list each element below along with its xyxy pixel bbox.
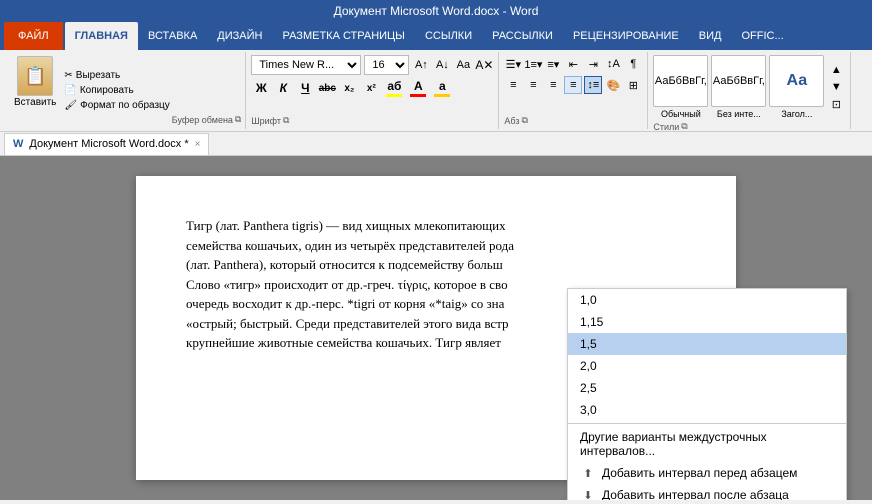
- multilevel-list-button[interactable]: ≡▾: [544, 55, 562, 73]
- text-highlight-button[interactable]: аб: [383, 79, 405, 97]
- clipboard-group-label: Буфер обмена: [172, 115, 233, 125]
- dropdown-divider: [568, 423, 846, 424]
- style-heading[interactable]: Аа Загол...: [769, 55, 824, 119]
- spacing-2.0-item[interactable]: 2,0: [568, 355, 846, 377]
- tab-design[interactable]: ДИЗАЙН: [207, 22, 272, 50]
- other-spacing-item[interactable]: Другие варианты междустрочных интервалов…: [568, 426, 846, 462]
- title-bar: Документ Microsoft Word.docx - Word: [0, 0, 872, 22]
- sort-button[interactable]: ↕A: [604, 55, 622, 73]
- paste-icon: 📋: [17, 56, 53, 96]
- align-right-button[interactable]: ≡: [544, 76, 562, 94]
- style-normal[interactable]: АаБбВвГг, Обычный: [653, 55, 708, 119]
- text-paragraph-2: семейства кошачьих, один из четырёх пред…: [186, 236, 686, 256]
- tab-layout[interactable]: РАЗМЕТКА СТРАНИЦЫ: [272, 22, 414, 50]
- text-paragraph-3: (лат. Panthera), который относится к под…: [186, 255, 686, 275]
- spacing-1.5-item[interactable]: 1,5: [568, 333, 846, 355]
- scissors-icon: ✂: [64, 70, 72, 81]
- increase-indent-button[interactable]: ⇥: [584, 55, 602, 73]
- tab-mailings[interactable]: РАССЫЛКИ: [482, 22, 563, 50]
- align-center-button[interactable]: ≡: [524, 76, 542, 94]
- doc-tab-title: Документ Microsoft Word.docx *: [29, 138, 188, 150]
- tab-home[interactable]: ГЛАВНАЯ: [65, 22, 138, 50]
- spacing-1.0-item[interactable]: 1,0: [568, 289, 846, 311]
- tab-references[interactable]: ССЫЛКИ: [415, 22, 482, 50]
- copy-button[interactable]: 📄 Копировать: [62, 84, 171, 97]
- cut-button[interactable]: ✂ Вырезать: [62, 69, 171, 82]
- paragraph-expand-icon[interactable]: ⧉: [521, 115, 527, 126]
- text-shading-button[interactable]: а: [431, 79, 453, 97]
- spacing-3.0-item[interactable]: 3,0: [568, 399, 846, 421]
- italic-button[interactable]: К: [273, 78, 293, 98]
- style-nospace[interactable]: АаБбВвГг, Без инте...: [711, 55, 766, 119]
- bullets-button[interactable]: ☰▾: [504, 55, 522, 73]
- style-normal-label: Обычный: [661, 109, 701, 119]
- decrease-font-button[interactable]: A↓: [433, 56, 451, 74]
- paragraph-group-label: Абз: [504, 116, 519, 126]
- show-formatting-button[interactable]: ¶: [624, 55, 642, 73]
- space-after-icon: ⬇: [580, 489, 596, 501]
- add-space-after-item[interactable]: ⬇ Добавить интервал после абзаца: [568, 484, 846, 500]
- paste-label: Вставить: [14, 97, 56, 108]
- format-painter-icon: 🖌: [64, 100, 77, 111]
- numbering-button[interactable]: 1≡▾: [524, 55, 542, 73]
- tab-office[interactable]: OFFIC...: [731, 22, 793, 50]
- style-normal-preview: АаБбВвГг,: [655, 75, 707, 87]
- close-tab-button[interactable]: ×: [195, 139, 201, 150]
- tab-file[interactable]: ФАЙЛ: [4, 22, 63, 50]
- text-paragraph-1: Тигр (лат. Panthera tigris) — вид хищных…: [186, 216, 686, 236]
- format-painter-button[interactable]: 🖌 Формат по образцу: [62, 99, 171, 112]
- spacing-1.15-item[interactable]: 1,15: [568, 311, 846, 333]
- increase-font-button[interactable]: A↑: [412, 56, 430, 74]
- decrease-indent-button[interactable]: ⇤: [564, 55, 582, 73]
- styles-scroll-up[interactable]: ▲: [827, 61, 845, 78]
- add-space-before-item[interactable]: ⬆ Добавить интервал перед абзацем: [568, 462, 846, 484]
- styles-expand[interactable]: ⊡: [827, 96, 845, 113]
- styles-scroll-down[interactable]: ▼: [827, 78, 845, 95]
- style-heading-label: Загол...: [781, 109, 812, 119]
- borders-button[interactable]: ⊞: [624, 76, 642, 94]
- ribbon-tabs: ФАЙЛ ГЛАВНАЯ ВСТАВКА ДИЗАЙН РАЗМЕТКА СТР…: [0, 22, 872, 50]
- spacing-2.5-item[interactable]: 2,5: [568, 377, 846, 399]
- font-group-label: Шрифт: [251, 116, 281, 126]
- ribbon-toolbar: 📋 Вставить ✂ Вырезать 📄 Копировать 🖌 Фор…: [0, 50, 872, 132]
- line-spacing-dropdown: 1,0 1,15 1,5 2,0 2,5 3,0 Другие варианты…: [567, 288, 847, 500]
- tab-view[interactable]: ВИД: [689, 22, 732, 50]
- document-area: Тигр (лат. Panthera tigris) — вид хищных…: [0, 156, 872, 500]
- clipboard-actions: ✂ Вырезать 📄 Копировать 🖌 Формат по обра…: [62, 54, 171, 127]
- style-nospace-label: Без инте...: [717, 109, 761, 119]
- change-case-button[interactable]: Аа: [454, 56, 472, 74]
- subscript-button[interactable]: x₂: [339, 78, 359, 98]
- font-color-button[interactable]: А: [407, 79, 429, 97]
- underline-button[interactable]: Ч: [295, 78, 315, 98]
- style-heading-preview: Аа: [787, 72, 808, 90]
- tab-insert[interactable]: ВСТАВКА: [138, 22, 207, 50]
- paste-button[interactable]: 📋 Вставить: [8, 54, 62, 127]
- align-left-button[interactable]: ≡: [504, 76, 522, 94]
- font-name-select[interactable]: Times New R...: [251, 55, 361, 75]
- style-nospace-preview: АаБбВвГг,: [713, 75, 765, 87]
- document-tab[interactable]: W Документ Microsoft Word.docx * ×: [4, 133, 209, 155]
- clipboard-expand-icon[interactable]: ⧉: [235, 114, 241, 125]
- font-size-select[interactable]: 16: [364, 55, 409, 75]
- shading-button[interactable]: 🎨: [604, 76, 622, 94]
- styles-expand-icon[interactable]: ⧉: [681, 121, 687, 132]
- styles-group-label: Стили: [653, 122, 679, 132]
- title-text: Документ Microsoft Word.docx - Word: [334, 4, 539, 18]
- clear-format-button[interactable]: A✕: [475, 56, 493, 74]
- tab-bar: W Документ Microsoft Word.docx * ×: [0, 132, 872, 156]
- bold-button[interactable]: Ж: [251, 78, 271, 98]
- font-expand-icon[interactable]: ⧉: [283, 115, 289, 126]
- superscript-button[interactable]: x²: [361, 78, 381, 98]
- strikethrough-button[interactable]: abc: [317, 78, 337, 98]
- tab-review[interactable]: РЕЦЕНЗИРОВАНИЕ: [563, 22, 689, 50]
- space-before-icon: ⬆: [580, 467, 596, 480]
- line-spacing-button[interactable]: ↕≡: [584, 76, 602, 94]
- justify-button[interactable]: ≡: [564, 76, 582, 94]
- word-icon: W: [13, 138, 23, 150]
- copy-icon: 📄: [64, 85, 76, 96]
